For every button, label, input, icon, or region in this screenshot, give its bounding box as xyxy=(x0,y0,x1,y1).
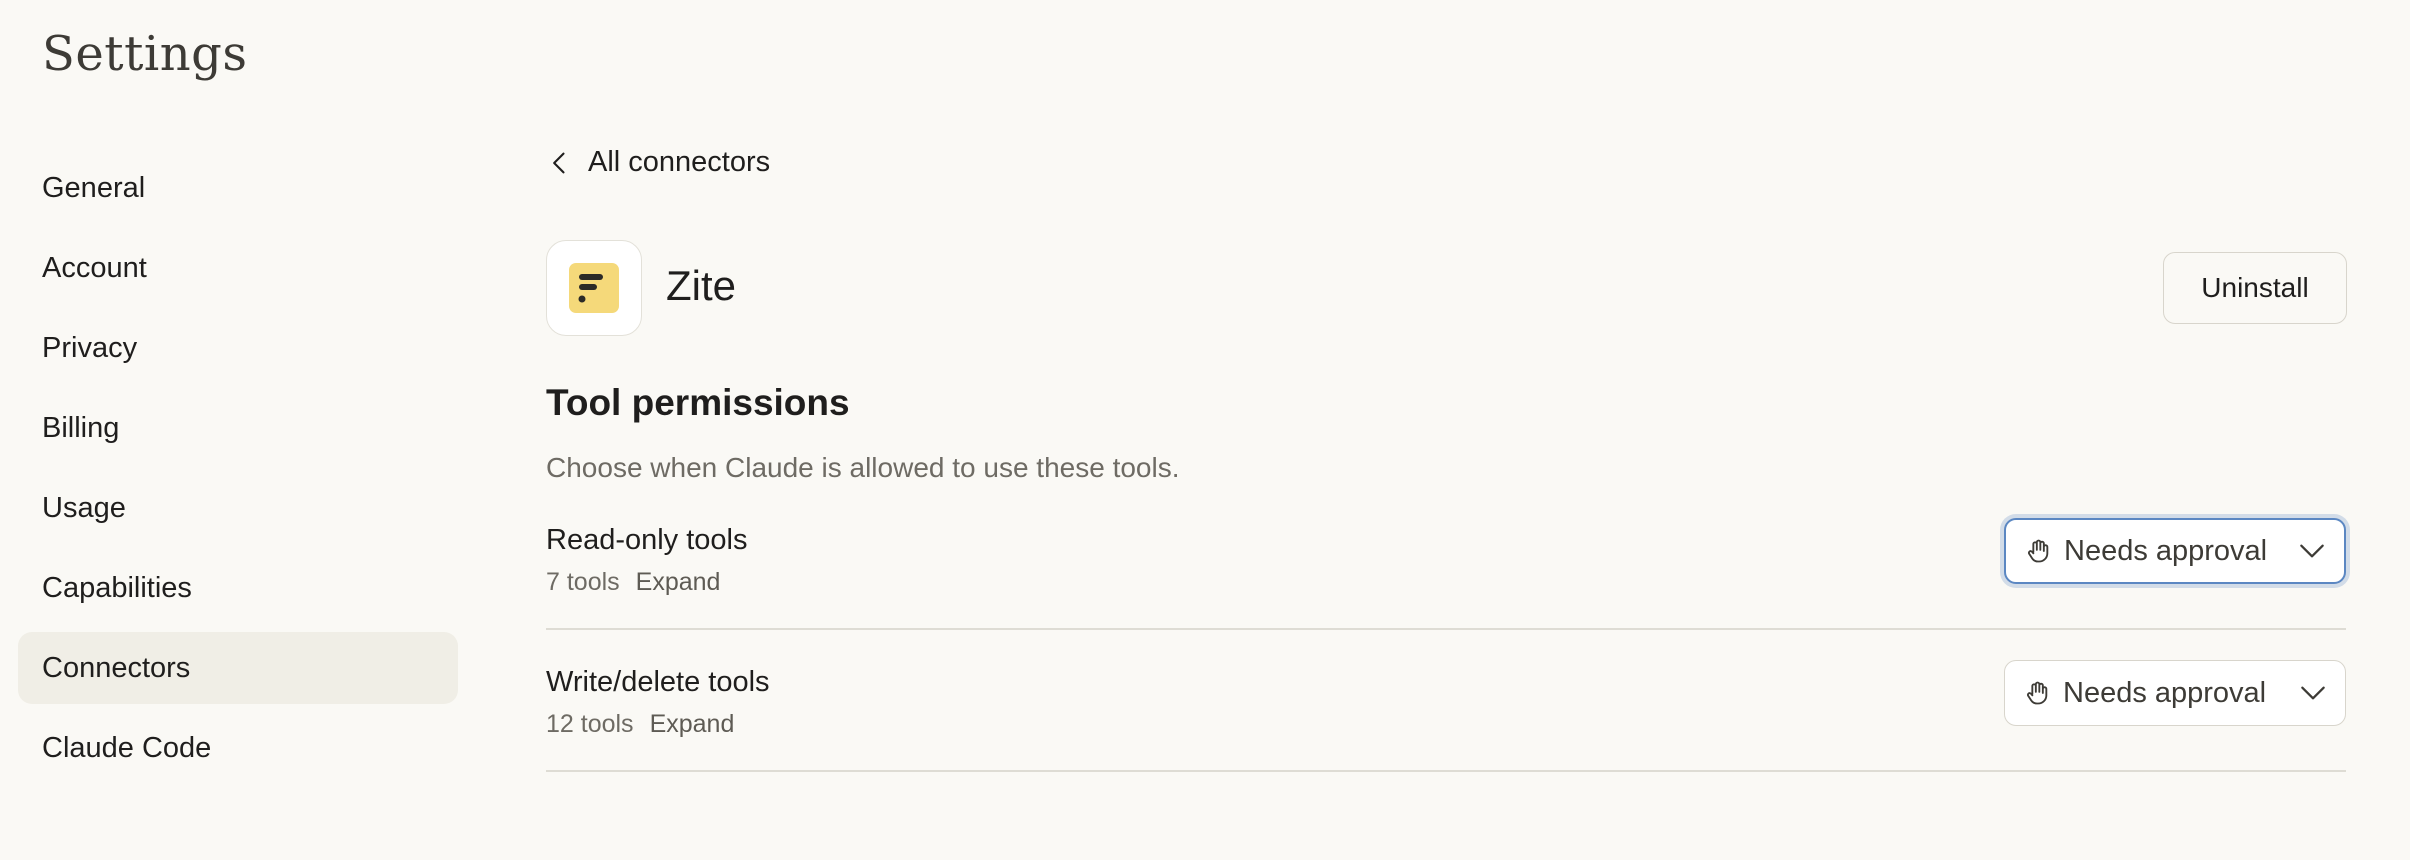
hand-icon xyxy=(2028,539,2049,563)
section-description: Choose when Claude is allowed to use the… xyxy=(546,452,1180,483)
sidebar: General Account Privacy Billing Usage Ca… xyxy=(18,152,458,792)
connector-detail: All connectors Zite Uninstall Tool permi… xyxy=(546,0,2347,860)
permission-meta: 12 tools Expand xyxy=(546,710,734,739)
chevron-down-icon xyxy=(2300,544,2324,558)
sidebar-item-usage[interactable]: Usage xyxy=(18,472,458,544)
settings-page: Settings General Account Privacy Billing… xyxy=(0,0,2410,860)
hand-icon xyxy=(2027,681,2048,705)
sidebar-item-account[interactable]: Account xyxy=(18,232,458,304)
page-title: Settings xyxy=(42,26,248,82)
tool-count: 12 tools xyxy=(546,710,634,738)
zite-logo-icon xyxy=(569,263,619,313)
sidebar-item-general[interactable]: General xyxy=(18,152,458,224)
permission-name: Read-only tools xyxy=(546,524,748,556)
sidebar-item-label: Privacy xyxy=(42,331,138,364)
chevron-down-icon xyxy=(2301,686,2325,700)
sidebar-item-connectors[interactable]: Connectors xyxy=(18,632,458,704)
permission-select[interactable]: Needs approval xyxy=(2004,518,2346,584)
sidebar-item-capabilities[interactable]: Capabilities xyxy=(18,552,458,624)
permission-select-value: Needs approval xyxy=(2064,534,2268,567)
uninstall-button[interactable]: Uninstall xyxy=(2163,252,2347,324)
sidebar-item-label: Billing xyxy=(42,411,120,444)
app-name: Zite xyxy=(666,262,737,309)
permission-row-write-delete: Write/delete tools 12 tools Expand Needs… xyxy=(546,630,2346,772)
expand-link[interactable]: Expand xyxy=(650,710,735,739)
expand-link[interactable]: Expand xyxy=(636,568,721,597)
chevron-left-icon xyxy=(553,152,565,173)
permission-meta: 7 tools Expand xyxy=(546,568,720,597)
sidebar-item-label: Account xyxy=(42,251,147,284)
sidebar-item-billing[interactable]: Billing xyxy=(18,392,458,464)
sidebar-item-label: Claude Code xyxy=(42,731,212,764)
sidebar-item-label: General xyxy=(42,171,146,204)
sidebar-item-privacy[interactable]: Privacy xyxy=(18,312,458,384)
app-icon-frame xyxy=(546,240,642,336)
permission-name: Write/delete tools xyxy=(546,666,770,698)
sidebar-item-label: Connectors xyxy=(42,651,191,684)
permission-select-value: Needs approval xyxy=(2063,676,2267,709)
back-link-label: All connectors xyxy=(588,146,771,178)
tool-count: 7 tools xyxy=(546,568,620,596)
sidebar-item-claude-code[interactable]: Claude Code xyxy=(18,712,458,784)
back-to-connectors-link[interactable]: All connectors xyxy=(546,146,770,179)
permission-row-read-only: Read-only tools 7 tools Expand Needs app… xyxy=(546,488,2346,630)
sidebar-item-label: Usage xyxy=(42,491,126,524)
section-title: Tool permissions xyxy=(546,382,850,423)
permission-select[interactable]: Needs approval xyxy=(2004,660,2346,726)
sidebar-item-label: Capabilities xyxy=(42,571,192,604)
